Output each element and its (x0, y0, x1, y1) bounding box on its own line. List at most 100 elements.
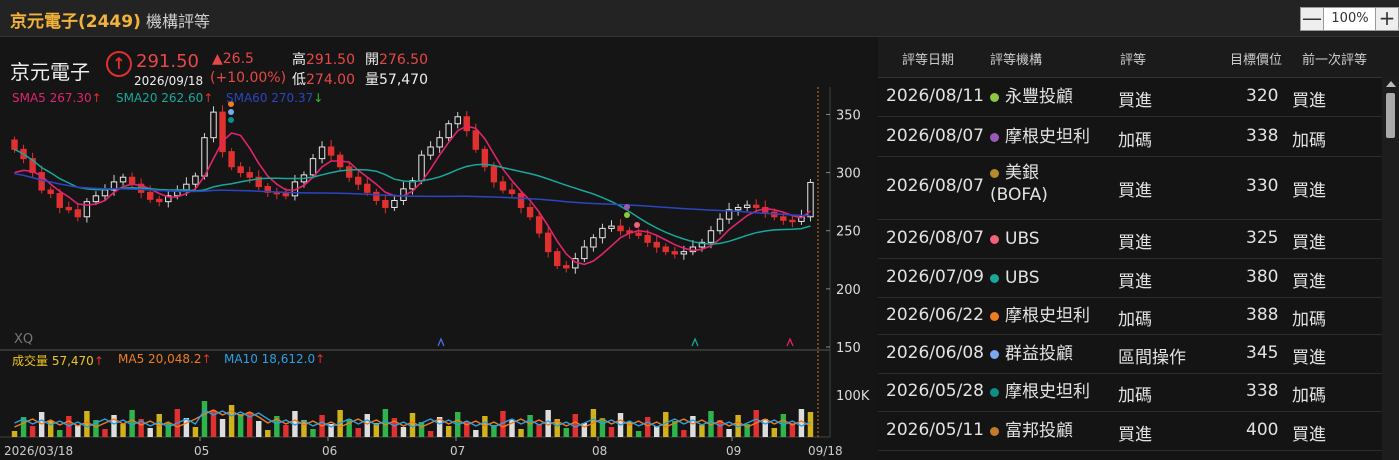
zoom-level: 100% (1323, 7, 1377, 31)
candle-body (544, 232, 552, 253)
col-rating[interactable]: 評等 (1120, 49, 1146, 68)
org-dot-icon (990, 234, 999, 244)
previous-rating: 加碼 (1292, 310, 1326, 330)
zoom-out-button[interactable]: — (1300, 7, 1324, 31)
candle-body (653, 241, 660, 248)
volume-bar (283, 425, 289, 437)
target-price: 320 (1246, 86, 1279, 106)
zoom-in-button[interactable]: + (1375, 7, 1399, 31)
target-price: 325 (1246, 228, 1279, 248)
col-target-price[interactable]: 目標價位 (1230, 49, 1282, 68)
candle-body (445, 123, 452, 139)
y-tick-label: 350 (836, 108, 861, 123)
candle-body (391, 199, 398, 208)
xq-watermark: XQ (14, 332, 34, 347)
sma60-legend: SMA60 270.37↓ (226, 91, 324, 105)
candle-body (635, 232, 642, 236)
candle-body (499, 181, 507, 191)
volume-bar (219, 419, 226, 437)
target-price: 330 (1246, 176, 1279, 196)
candle-body (680, 251, 688, 255)
previous-rating: 買進 (1292, 91, 1326, 111)
volume-bar (644, 417, 651, 437)
volume-value: 量57,470 (365, 72, 428, 88)
candle-body (355, 176, 362, 185)
candle-body (56, 193, 63, 208)
col-rating-date[interactable]: 評等日期 (902, 49, 954, 68)
volume-bar (11, 431, 18, 437)
candle-body (373, 191, 380, 201)
table-row[interactable]: 2026/08/07 美銀 (BOFA) 買進 330 買進 (878, 156, 1383, 220)
org-dot-icon (990, 92, 999, 102)
candle-body (47, 189, 54, 195)
last-price: 291.50 (136, 51, 199, 72)
candle-body (92, 195, 100, 203)
candle-body (74, 209, 82, 218)
candle-body (146, 191, 154, 200)
table-row[interactable]: 2026/08/07 摩根史坦利 加碼 338 加碼 (878, 117, 1383, 157)
volume-bar (726, 429, 732, 437)
sma20-legend: SMA20 262.60↑ (116, 91, 214, 105)
trade-date: 2026/09/18 (134, 74, 204, 88)
sma5-legend: SMA5 267.30↑ (12, 91, 102, 105)
rating-date: 2026/08/11 (886, 86, 984, 106)
rating-org: 摩根史坦利 (990, 305, 1090, 327)
candle-body (418, 154, 425, 182)
candle-body (156, 198, 163, 203)
col-prev-rating[interactable]: 前一次評等 (1302, 49, 1367, 68)
candle-body (789, 219, 796, 223)
candle-body (246, 172, 253, 178)
previous-rating: 買進 (1292, 348, 1326, 368)
volume-bar (237, 414, 244, 437)
table-row[interactable]: 2026/08/11 永豐投顧 買進 320 買進 (878, 77, 1383, 117)
candle-body (119, 176, 127, 183)
col-rating-org[interactable]: 評等機構 (990, 49, 1042, 68)
candle-body (237, 166, 244, 174)
candle-body (65, 206, 73, 211)
table-row[interactable]: 2026/07/09 UBS 買進 380 買進 (878, 258, 1383, 298)
vol-ma10-legend: MA10 18,612.0↑ (224, 352, 326, 366)
candle-body (83, 201, 91, 218)
x-tick-label: 06 (322, 444, 337, 458)
volume-bar (699, 425, 705, 437)
rating-date: 2026/06/22 (886, 305, 984, 325)
scroll-thumb[interactable] (1386, 93, 1395, 138)
volume-bar (536, 424, 542, 437)
table-header: 評等日期 評等機構 評等 目標價位 前一次評等 (878, 37, 1399, 78)
candle-body (101, 189, 109, 197)
price-chart-panel: 350 300 250 200 150 100K 2026/03/18 05 06 07 08 09 0… (0, 37, 875, 460)
rating-marker-icon (228, 117, 234, 123)
scrollbar[interactable] (1382, 77, 1399, 460)
x-tick-label: 08 (592, 444, 607, 458)
previous-rating: 買進 (1292, 272, 1326, 292)
candle-body (590, 237, 597, 248)
table-row[interactable]: 2026/05/28 摩根史坦利 加碼 338 加碼 (878, 373, 1383, 412)
rating-org: UBS (990, 267, 1040, 289)
scroll-up-icon[interactable] (1386, 81, 1396, 87)
candle-body (192, 175, 199, 185)
rating-value: 加碼 (1118, 131, 1152, 151)
table-row[interactable]: 2026/06/22 摩根史坦利 加碼 388 加碼 (878, 297, 1383, 335)
volume-bar (382, 409, 389, 437)
volume-bar (355, 428, 361, 437)
volume-bar (445, 426, 452, 437)
table-row[interactable]: 2026/05/11 富邦投顧 買進 400 買進 (878, 411, 1383, 451)
rating-date: 2026/05/11 (886, 420, 984, 440)
target-price: 345 (1246, 343, 1279, 363)
signal-marker-icon (691, 337, 699, 347)
volume-bar (681, 430, 687, 437)
rating-marker-icon (634, 222, 640, 228)
table-row[interactable]: 2026/08/07 UBS 買進 325 買進 (878, 219, 1383, 259)
table-row[interactable]: 2026/06/08 群益投顧 區間操作 345 買進 (878, 334, 1383, 374)
org-dot-icon (990, 349, 999, 359)
volume-bar (84, 411, 90, 437)
candle-body (526, 206, 534, 218)
org-dot-icon (990, 132, 999, 142)
y-tick-label: 200 (836, 283, 861, 298)
x-tick-label: 07 (450, 444, 465, 458)
rating-date: 2026/08/07 (886, 126, 984, 146)
volume-bar (29, 426, 36, 437)
x-tick-label: 05 (194, 444, 209, 458)
volume-legend: 成交量 57,470↑ (12, 354, 104, 368)
rating-marker-icon (624, 212, 630, 218)
